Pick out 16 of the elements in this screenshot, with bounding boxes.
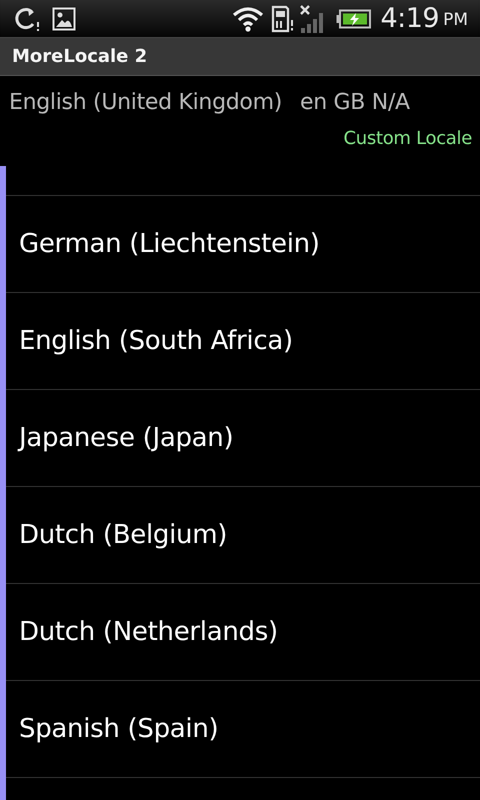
- clock-time: 4:19: [380, 5, 440, 32]
- custom-locale-link[interactable]: Custom Locale: [343, 128, 472, 149]
- locale-list-item[interactable]: Dutch (Netherlands): [6, 584, 480, 681]
- locale-list-item[interactable]: Japanese (Japan): [6, 390, 480, 487]
- sd-card-icon: [270, 4, 294, 32]
- current-locale-name: English (United Kingdom): [9, 90, 282, 115]
- locale-list-item[interactable]: English (South Africa): [6, 293, 480, 390]
- locale-list-item[interactable]: Dutch (Belgium): [6, 487, 480, 584]
- locale-list-item[interactable]: Spanish (Spain): [6, 681, 480, 778]
- locale-code: en GB N/A: [300, 90, 410, 115]
- wifi-icon: [232, 6, 264, 32]
- clock-period: PM: [443, 12, 468, 29]
- locale-list-item[interactable]: German (Liechtenstein): [6, 196, 480, 293]
- battery-charging-icon: [336, 8, 372, 28]
- app-title: MoreLocale 2: [12, 45, 148, 69]
- image-icon: [52, 6, 76, 30]
